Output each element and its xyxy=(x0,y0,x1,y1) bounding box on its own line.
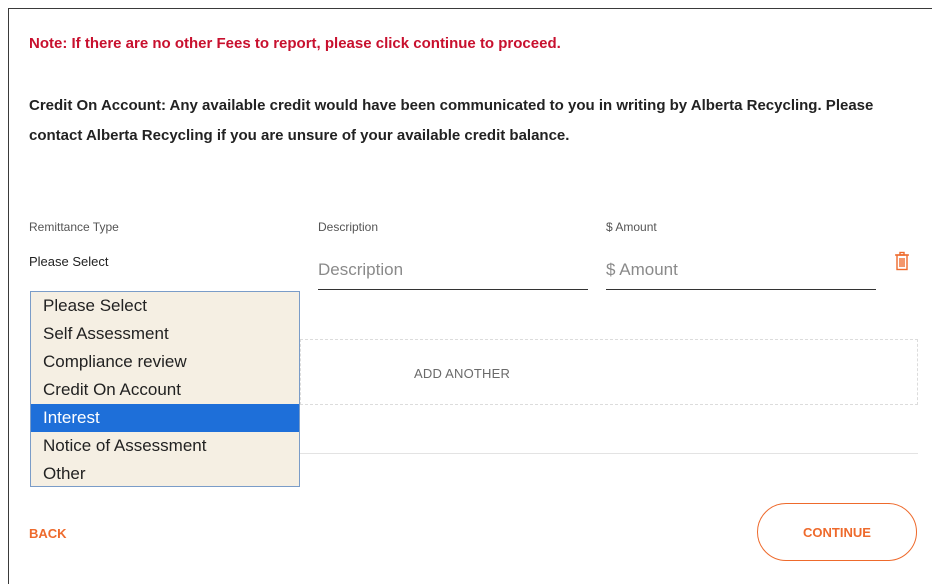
option-self-assessment[interactable]: Self Assessment xyxy=(31,320,299,348)
back-link[interactable]: BACK xyxy=(29,526,67,541)
remittance-type-dropdown[interactable]: Please Select Self Assessment Compliance… xyxy=(30,291,300,487)
option-other[interactable]: Other xyxy=(31,460,299,488)
option-please-select[interactable]: Please Select xyxy=(31,292,299,320)
option-notice-of-assessment[interactable]: Notice of Assessment xyxy=(31,432,299,460)
description-field[interactable] xyxy=(318,250,588,290)
credit-on-account-info: Credit On Account: Any available credit … xyxy=(29,97,874,144)
remittance-type-label: Remittance Type xyxy=(29,220,119,234)
divider xyxy=(300,453,918,454)
amount-label: $ Amount xyxy=(606,220,657,234)
option-compliance-review[interactable]: Compliance review xyxy=(31,348,299,376)
add-another-button[interactable] xyxy=(300,339,918,405)
no-fees-note: Note: If there are no other Fees to repo… xyxy=(29,35,561,52)
add-another-label: ADD ANOTHER xyxy=(414,366,511,381)
amount-field[interactable] xyxy=(606,250,876,290)
option-credit-on-account[interactable]: Credit On Account xyxy=(31,376,299,404)
trash-icon[interactable] xyxy=(894,251,910,271)
continue-button[interactable]: CONTINUE xyxy=(757,503,917,561)
description-label: Description xyxy=(318,220,379,234)
remittance-type-select[interactable]: Please Select xyxy=(29,254,109,269)
option-interest[interactable]: Interest xyxy=(31,404,299,432)
